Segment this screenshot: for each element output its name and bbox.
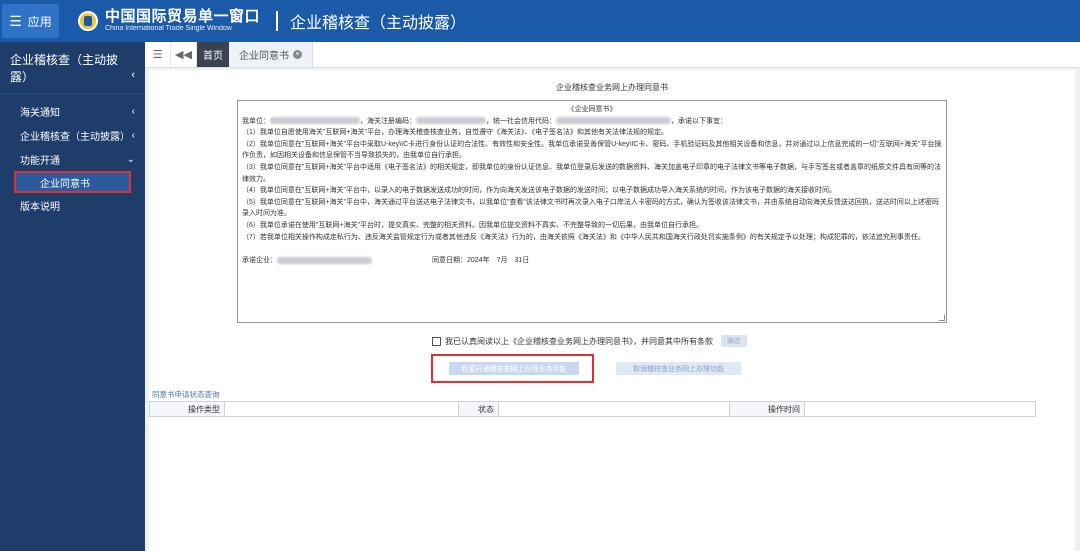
sidebar: 企业稽核查（主动披露） ‹ 海关通知 ‹ 企业稽核查（主动披露） ‹ 功能开通 … bbox=[0, 42, 145, 551]
close-icon[interactable]: × bbox=[293, 50, 302, 59]
column-header-operation-time: 操作时间 bbox=[730, 402, 805, 416]
logo: 中国国际贸易单一窗口 China International Trade Sin… bbox=[75, 7, 260, 35]
consent-textarea[interactable]: 《企业同意书》 我单位： ，海关注册编码： ，统一社会信用代码： ，承诺以下事宜： （… bbox=[237, 100, 947, 323]
date-label: 同意日期： bbox=[432, 257, 467, 265]
document-intro: 我单位： ，海关注册编码： ，统一社会信用代码： ，承诺以下事宜： bbox=[242, 117, 727, 125]
header-divider bbox=[276, 11, 279, 31]
top-header: ☰ 应用 中国国际贸易单一窗口 China International Trad… bbox=[0, 0, 1080, 42]
agree-label: 我已认真阅读以上《企业稽核查业务网上办理同意书》，并同意其中所有条款 bbox=[445, 336, 713, 346]
signer-redacted bbox=[277, 257, 372, 265]
clause-5: （5）我单位同意在"互联网+海关"平台中，海关通过平台送达电子法律文书，以我单位… bbox=[242, 198, 939, 218]
main-content: 企业稽核查业务网上办理同意书 《企业同意书》 我单位： ，海关注册编码： ，统一社会… bbox=[149, 70, 1075, 551]
table-cell bbox=[805, 402, 1035, 416]
tab-home[interactable]: 首页 bbox=[197, 42, 229, 67]
hamburger-icon: ☰ bbox=[9, 13, 22, 29]
app-menu-button[interactable]: ☰ 应用 bbox=[2, 4, 59, 38]
signer-label: 承诺企业： bbox=[242, 257, 277, 265]
agree-checkbox[interactable] bbox=[432, 336, 441, 346]
sidebar-item-consent-letter[interactable]: 企业同意书 bbox=[14, 171, 131, 193]
table-cell bbox=[225, 402, 459, 416]
sidebar-item-customs-notice[interactable]: 海关通知 ‹ bbox=[0, 99, 145, 123]
agreement-row: 我已认真阅读以上《企业稽核查业务网上办理同意书》，并同意其中所有条款 确定 bbox=[432, 335, 747, 347]
menu-toggle-icon[interactable]: ☰ bbox=[145, 42, 171, 67]
date-value: 2024年 7月 31日 bbox=[467, 257, 530, 265]
status-query-table: 操作类型 状态 操作时间 bbox=[149, 401, 1036, 417]
clause-6: （6）我单位承诺在使用"互联网+海关"平台时，提交真实、完整的相关资料。因我单位… bbox=[242, 221, 703, 229]
chevron-down-icon: ⌄ bbox=[126, 153, 135, 165]
signature-row: 承诺企业： 同意日期： 2024年 7月 31日 bbox=[242, 255, 942, 267]
action-buttons: 我要开通稽核查网上办理业务功能 取消稽核查业务网上办理功能 bbox=[431, 354, 1041, 384]
chevron-left-icon: ‹ bbox=[131, 69, 135, 81]
confirm-button[interactable]: 确定 bbox=[721, 335, 747, 347]
status-query-label: 同意书申请状态查询 bbox=[152, 390, 220, 399]
tab-consent-letter[interactable]: 企业同意书 × bbox=[229, 42, 313, 67]
logo-title-en: China International Trade Single Window bbox=[105, 25, 232, 33]
clause-2: （2）我单位同意在"互联网+海关"平台中采取U-key\IC卡进行身份认证的合法… bbox=[242, 140, 942, 160]
page-title: 企业稽核查（主动披露） bbox=[290, 15, 467, 32]
emblem-icon bbox=[75, 7, 101, 35]
sidebar-item-audit[interactable]: 企业稽核查（主动披露） ‹ bbox=[0, 123, 145, 147]
clause-7: （7）若我单位相关操作构成走私行为、违反海关监管规定行为或者其他违反《海关法》行… bbox=[242, 233, 925, 241]
logo-title-cn: 中国国际贸易单一窗口 bbox=[105, 7, 261, 25]
column-header-operation-type: 操作类型 bbox=[150, 402, 225, 416]
app-menu-label: 应用 bbox=[27, 14, 52, 29]
scroll-left-icon[interactable]: ◀◀ bbox=[171, 42, 197, 67]
clause-1: （1）我单位自愿使用海关"互联网+海关"平台，办理海关稽查核查业务，自觉遵守《海… bbox=[242, 129, 668, 137]
document-heading: 企业稽核查业务网上办理同意书 bbox=[556, 83, 668, 92]
tab-bar: ☰ ◀◀ 首页 企业同意书 × bbox=[145, 42, 1080, 68]
sidebar-item-function-enable[interactable]: 功能开通 ⌄ bbox=[0, 147, 145, 171]
chevron-left-icon: ‹ bbox=[131, 105, 135, 117]
resize-handle[interactable] bbox=[939, 315, 945, 321]
cancel-online-audit-button[interactable]: 取消稽核查业务网上办理功能 bbox=[616, 362, 741, 375]
sidebar-title[interactable]: 企业稽核查（主动披露） ‹ bbox=[0, 42, 145, 94]
table-cell bbox=[499, 402, 730, 416]
column-header-status: 状态 bbox=[459, 402, 499, 416]
sidebar-item-version-notes[interactable]: 版本说明 bbox=[0, 193, 145, 217]
clause-3: （3）我单位同意在"互联网+海关"平台中适用《电子签名法》的相关规定，即我单位的… bbox=[242, 163, 941, 183]
enable-online-audit-button[interactable]: 我要开通稽核查网上办理业务功能 bbox=[449, 362, 579, 375]
clause-4: （4）我单位同意在"互联网+海关"平台中，以录入的电子数据发送成功的时间，作为向… bbox=[242, 187, 836, 195]
document-inner-title: 《企业同意书》 bbox=[567, 106, 617, 113]
chevron-left-icon: ‹ bbox=[131, 129, 135, 141]
